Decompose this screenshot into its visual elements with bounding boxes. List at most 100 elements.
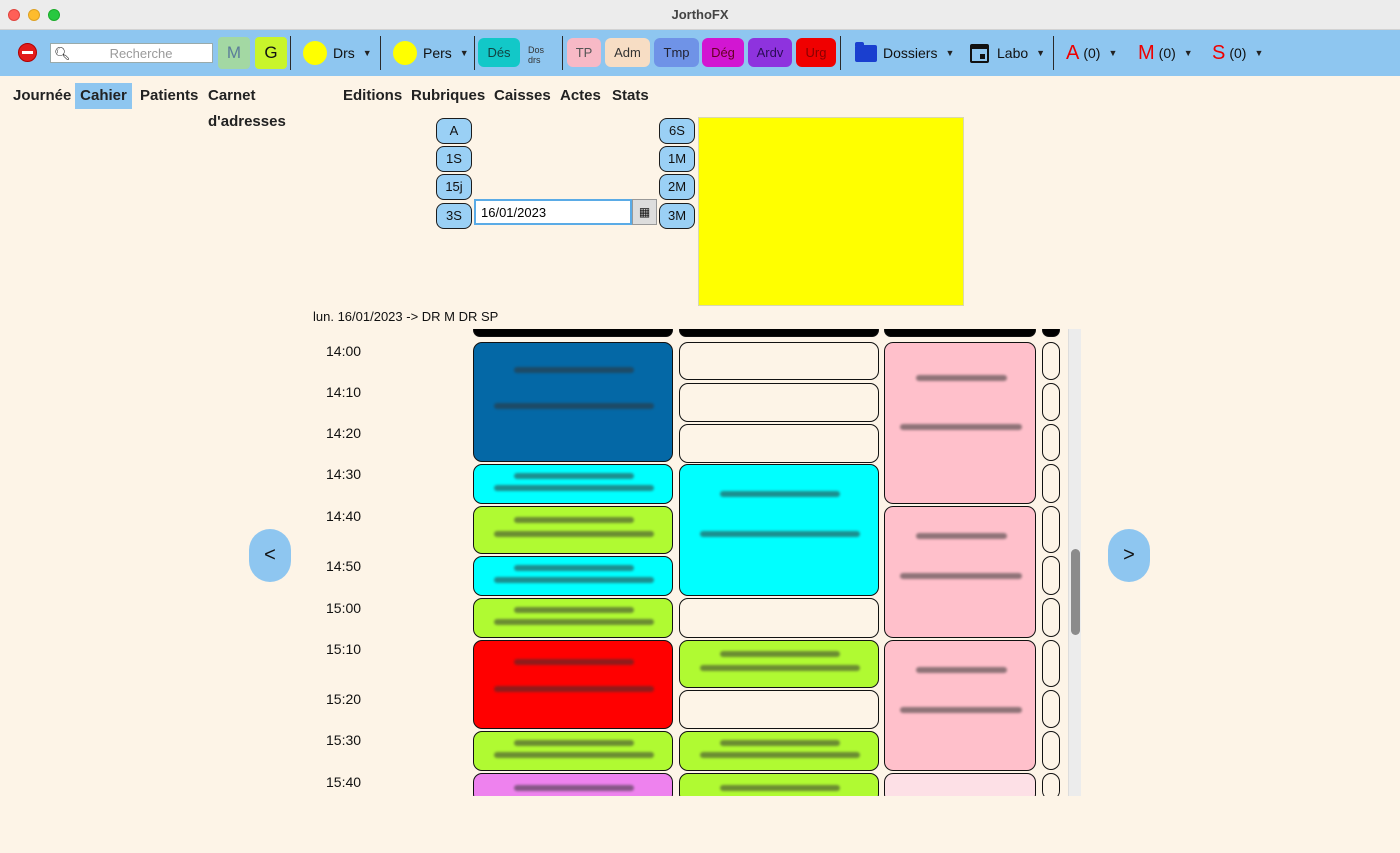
side-slot[interactable] <box>1042 464 1060 503</box>
agenda-scrollbar[interactable] <box>1068 329 1081 796</box>
menu-cahier[interactable]: Cahier <box>75 83 132 109</box>
counter-m-dropdown[interactable]: M (0) ▼ <box>1138 40 1193 66</box>
appointment-slot[interactable] <box>884 342 1036 504</box>
appointment-slot[interactable] <box>679 640 879 688</box>
search-icon: 🔍︎ <box>54 46 71 61</box>
counter-value: (0) <box>1158 45 1176 61</box>
date-input[interactable] <box>474 199 632 225</box>
pers-dropdown[interactable]: Pers ▼ <box>393 40 469 66</box>
caret-down-icon: ▼ <box>1108 48 1118 58</box>
appointment-slot[interactable] <box>679 690 879 729</box>
counter-a-dropdown[interactable]: A (0) ▼ <box>1066 40 1117 66</box>
labo-dropdown[interactable]: Labo ▼ <box>970 40 1045 66</box>
range-3m-button[interactable]: 3M <box>659 203 695 229</box>
tag-adm-button[interactable]: Adm <box>605 38 650 67</box>
range-1m-button[interactable]: 1M <box>659 146 695 172</box>
g-button[interactable]: G <box>255 37 287 69</box>
note-panel[interactable] <box>698 117 964 306</box>
side-slot[interactable] <box>1042 773 1060 796</box>
menu-patients[interactable]: Patients <box>140 83 198 109</box>
redacted-text <box>514 367 634 373</box>
side-slot[interactable] <box>1042 731 1060 770</box>
appointment-slot[interactable] <box>679 464 879 596</box>
appointment-slot[interactable] <box>679 598 879 638</box>
search-input[interactable] <box>71 45 211 61</box>
agenda-grid[interactable]: 14:00 14:10 14:20 14:30 14:40 14:50 15:0… <box>313 329 1081 796</box>
appointment-slot[interactable] <box>679 731 879 771</box>
calendar-icon <box>970 43 989 63</box>
redacted-text <box>700 665 860 671</box>
redacted-text <box>916 375 1007 381</box>
scrollbar-thumb[interactable] <box>1071 549 1080 635</box>
redacted-text <box>514 740 634 746</box>
appointment-slot[interactable] <box>473 342 673 462</box>
menu-stats[interactable]: Stats <box>612 83 649 109</box>
appointment-slot[interactable] <box>473 329 673 337</box>
range-1s-button[interactable]: 1S <box>436 146 472 172</box>
search-box[interactable]: 🔍︎ <box>50 43 213 63</box>
range-15j-button[interactable]: 15j <box>436 174 472 200</box>
drs-label: Drs <box>333 45 355 61</box>
side-slot[interactable] <box>1042 342 1060 380</box>
toolbar-separator <box>840 36 841 70</box>
menu-journee[interactable]: Journée <box>13 83 71 109</box>
redacted-text <box>514 565 634 571</box>
m-button[interactable]: M <box>218 37 250 69</box>
menu-editions[interactable]: Editions <box>343 83 402 109</box>
appointment-slot[interactable] <box>884 640 1036 771</box>
appointment-slot[interactable] <box>473 598 673 638</box>
tag-urg-button[interactable]: Urg <box>796 38 836 67</box>
appointment-slot[interactable] <box>679 424 879 463</box>
tag-ardv-button[interactable]: Ardv <box>748 38 792 67</box>
dos-drs-button[interactable]: Dos drs <box>528 40 554 66</box>
range-a-button[interactable]: A <box>436 118 472 144</box>
redacted-text <box>494 619 654 625</box>
side-slot[interactable] <box>1042 556 1060 595</box>
appointment-slot[interactable] <box>473 556 673 596</box>
side-slot[interactable] <box>1042 506 1060 553</box>
tag-tmp-button[interactable]: Tmp <box>654 38 699 67</box>
previous-day-button[interactable]: < <box>249 529 291 582</box>
appointment-slot[interactable] <box>473 506 673 554</box>
time-label: 15:10 <box>326 641 362 657</box>
no-entry-icon[interactable] <box>18 43 37 62</box>
appointment-slot[interactable] <box>679 383 879 422</box>
menu-actes[interactable]: Actes <box>560 83 601 109</box>
menu-rubriques[interactable]: Rubriques <box>411 83 485 109</box>
range-2m-button[interactable]: 2M <box>659 174 695 200</box>
appointment-slot[interactable] <box>473 464 673 504</box>
appointment-slot[interactable] <box>679 773 879 796</box>
appointment-slot[interactable] <box>679 329 879 337</box>
next-day-button[interactable]: > <box>1108 529 1150 582</box>
range-3s-button[interactable]: 3S <box>436 203 472 229</box>
side-slot[interactable] <box>1042 640 1060 687</box>
redacted-text <box>720 651 840 657</box>
appointment-slot[interactable] <box>473 773 673 796</box>
appointment-slot[interactable] <box>884 329 1036 337</box>
window-title: JorthoFX <box>671 7 729 22</box>
appointment-slot[interactable] <box>884 506 1036 638</box>
tag-tp-button[interactable]: TP <box>567 38 601 67</box>
calendar-picker-button[interactable]: ▦ <box>632 199 657 225</box>
menu-carnet-adresses[interactable]: Carnet d'adresses <box>208 83 286 130</box>
appointment-slot[interactable] <box>679 342 879 380</box>
side-slot[interactable] <box>1042 598 1060 637</box>
appointment-slot[interactable] <box>473 640 673 729</box>
side-slot[interactable] <box>1042 424 1060 461</box>
appointment-slot[interactable] <box>1042 329 1060 337</box>
des-button[interactable]: Dés <box>478 38 520 67</box>
appointment-slot[interactable] <box>884 773 1036 796</box>
pers-label: Pers <box>423 45 452 61</box>
range-6s-button[interactable]: 6S <box>659 118 695 144</box>
side-slot[interactable] <box>1042 690 1060 728</box>
drs-dropdown[interactable]: Drs ▼ <box>303 40 372 66</box>
counter-s-dropdown[interactable]: S (0) ▼ <box>1212 40 1263 66</box>
menu-caisses[interactable]: Caisses <box>494 83 551 109</box>
tag-deg-button[interactable]: Dég <box>702 38 744 67</box>
time-label: 15:30 <box>326 732 362 748</box>
dossiers-dropdown[interactable]: Dossiers ▼ <box>855 40 954 66</box>
side-slot[interactable] <box>1042 383 1060 421</box>
counter-value: (0) <box>1229 45 1247 61</box>
counter-letter: S <box>1212 41 1226 64</box>
appointment-slot[interactable] <box>473 731 673 771</box>
